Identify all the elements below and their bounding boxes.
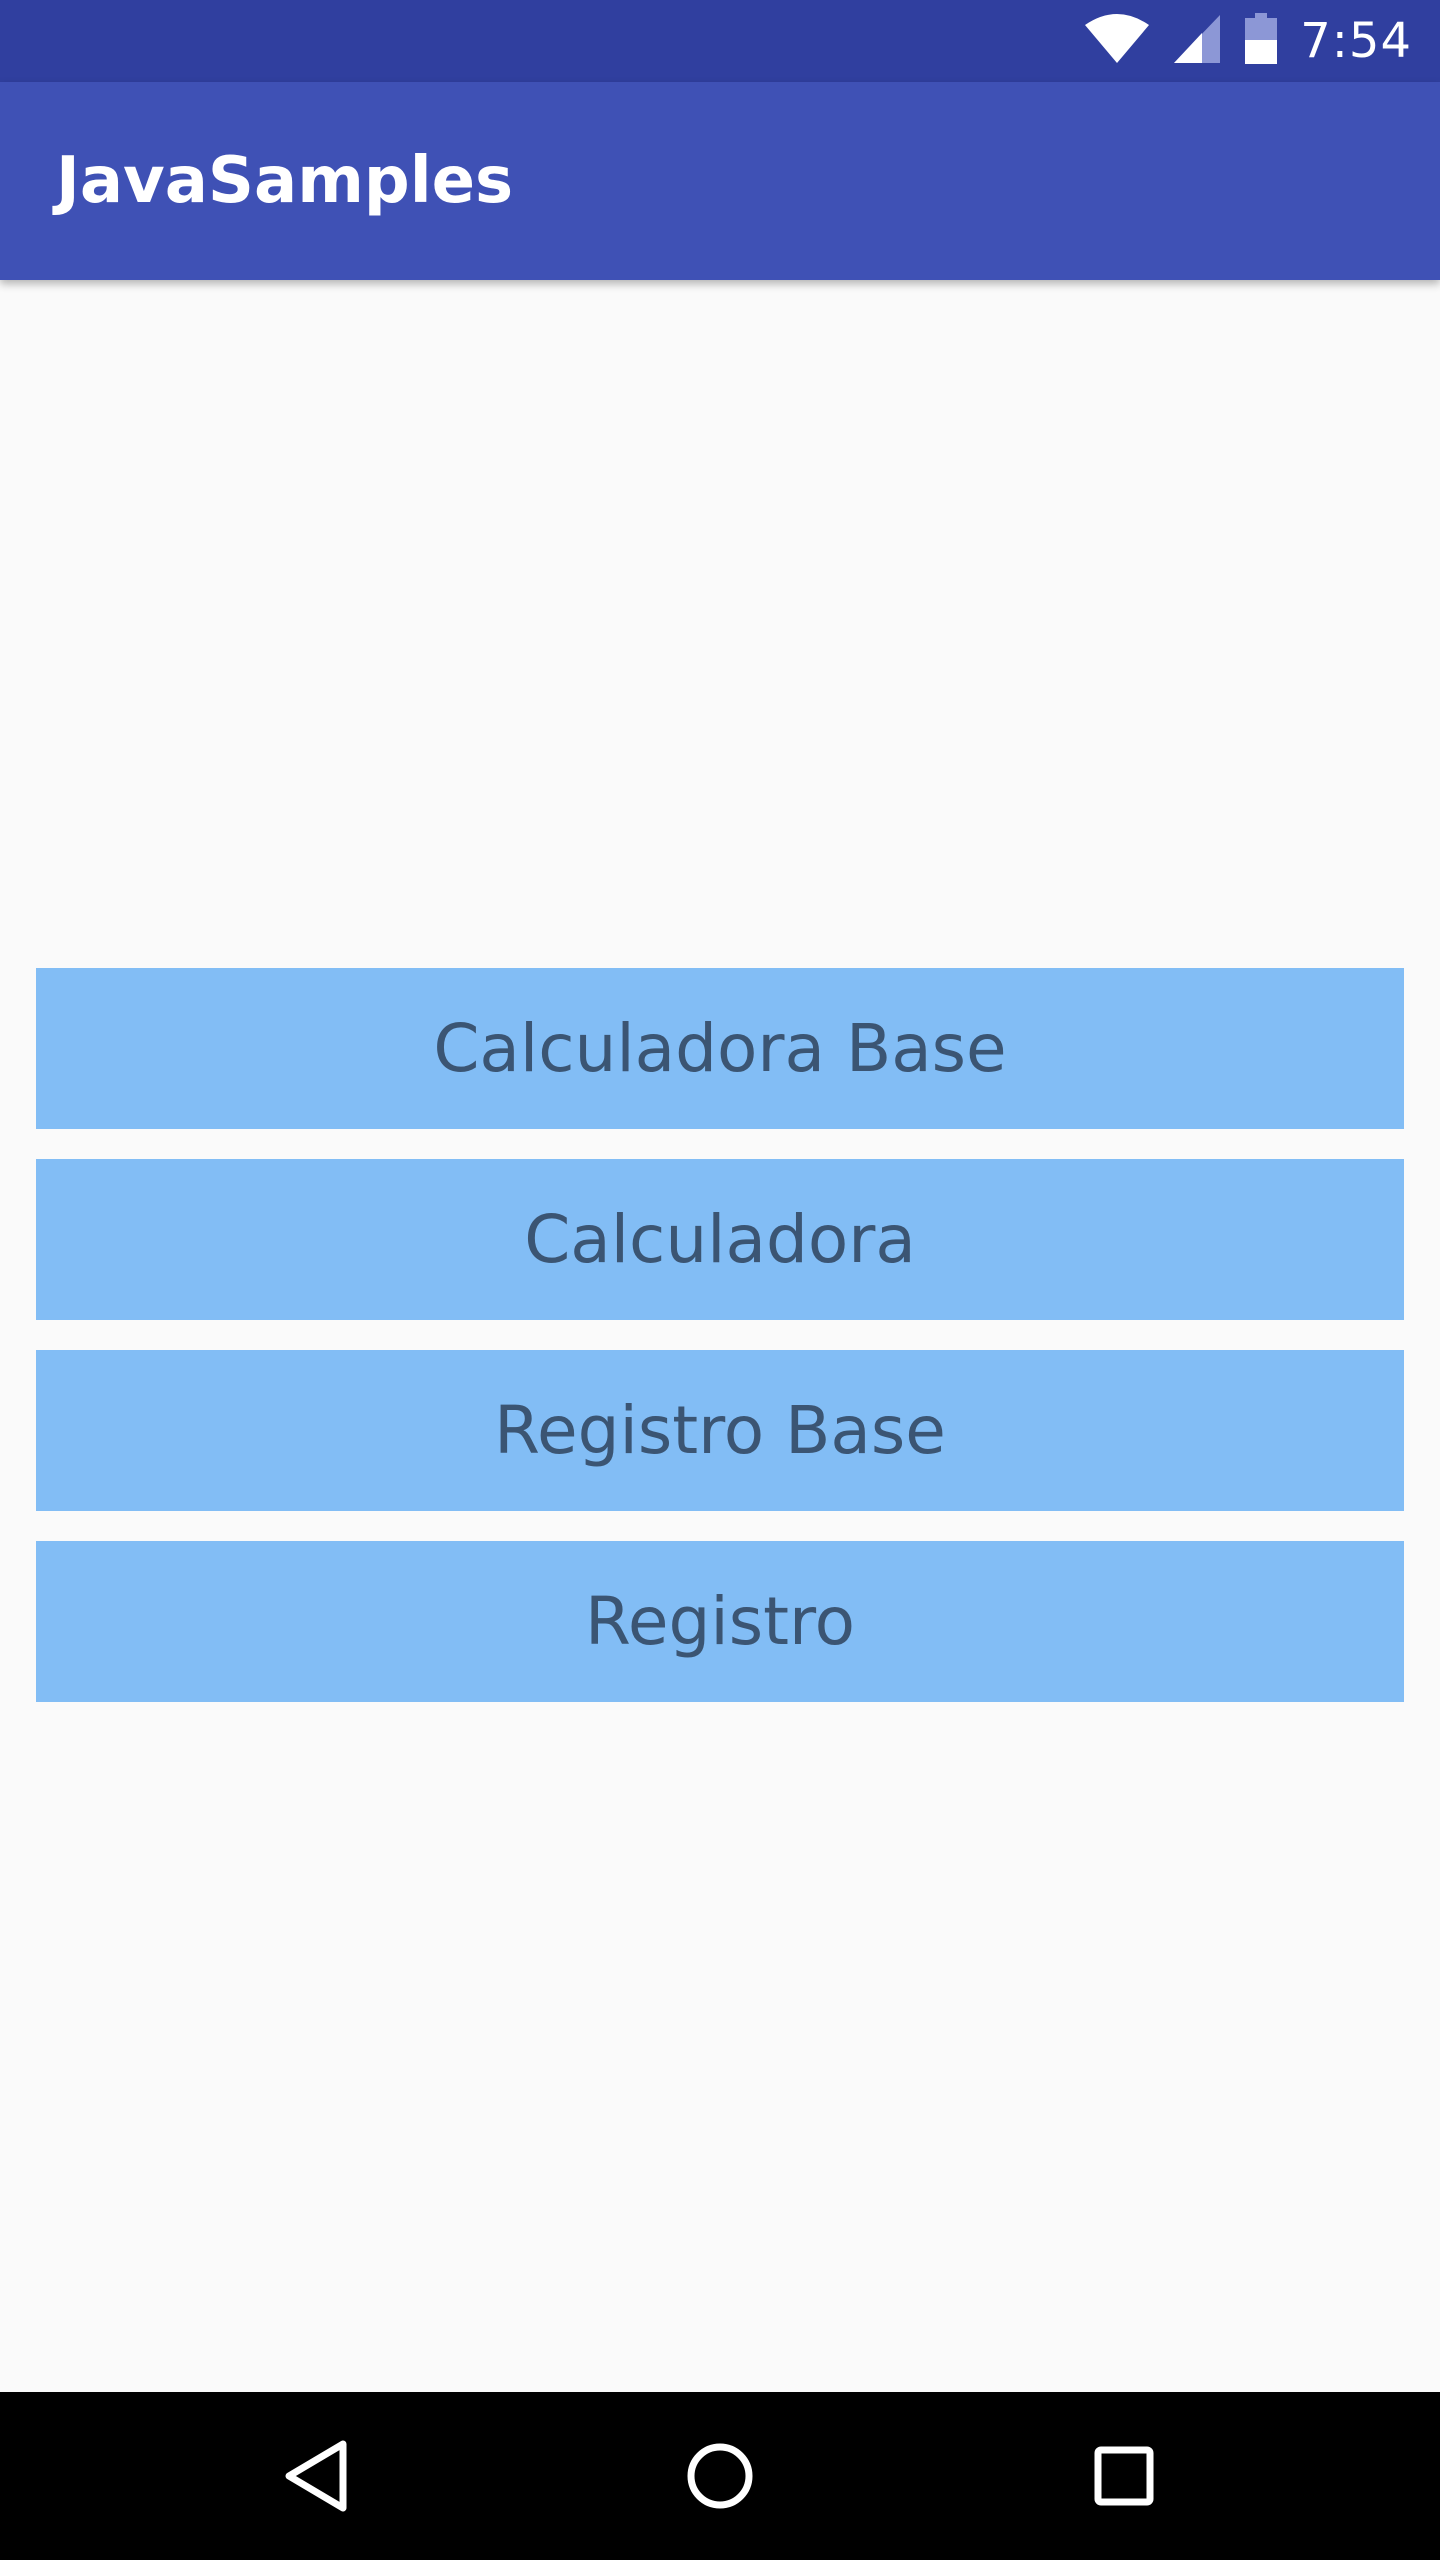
app-bar: JavaSamples <box>0 82 1440 280</box>
registro-base-button[interactable]: Registro Base <box>36 1350 1404 1511</box>
back-icon[interactable] <box>266 2426 366 2526</box>
registro-button[interactable]: Registro <box>36 1541 1404 1702</box>
calculadora-base-label: Calculadora Base <box>433 1010 1007 1087</box>
battery-icon <box>1244 12 1278 70</box>
registro-base-label: Registro Base <box>494 1392 946 1469</box>
app-screen: 7:54 JavaSamples Calculadora Base Calcul… <box>0 0 1440 2560</box>
calculadora-base-button[interactable]: Calculadora Base <box>36 968 1404 1129</box>
home-icon[interactable] <box>670 2426 770 2526</box>
app-title: JavaSamples <box>56 144 514 218</box>
status-icons: 7:54 <box>1084 0 1412 82</box>
status-bar: 7:54 <box>0 0 1440 82</box>
navigation-bar <box>0 2392 1440 2560</box>
recents-icon[interactable] <box>1074 2426 1174 2526</box>
wifi-icon <box>1084 13 1150 70</box>
menu-list: Calculadora Base Calculadora Registro Ba… <box>36 968 1404 1702</box>
calculadora-button[interactable]: Calculadora <box>36 1159 1404 1320</box>
registro-label: Registro <box>584 1583 856 1660</box>
calculadora-label: Calculadora <box>524 1201 916 1278</box>
main-content: Calculadora Base Calculadora Registro Ba… <box>0 280 1440 2392</box>
status-time: 7:54 <box>1300 13 1412 69</box>
cell-signal-icon <box>1172 13 1222 70</box>
